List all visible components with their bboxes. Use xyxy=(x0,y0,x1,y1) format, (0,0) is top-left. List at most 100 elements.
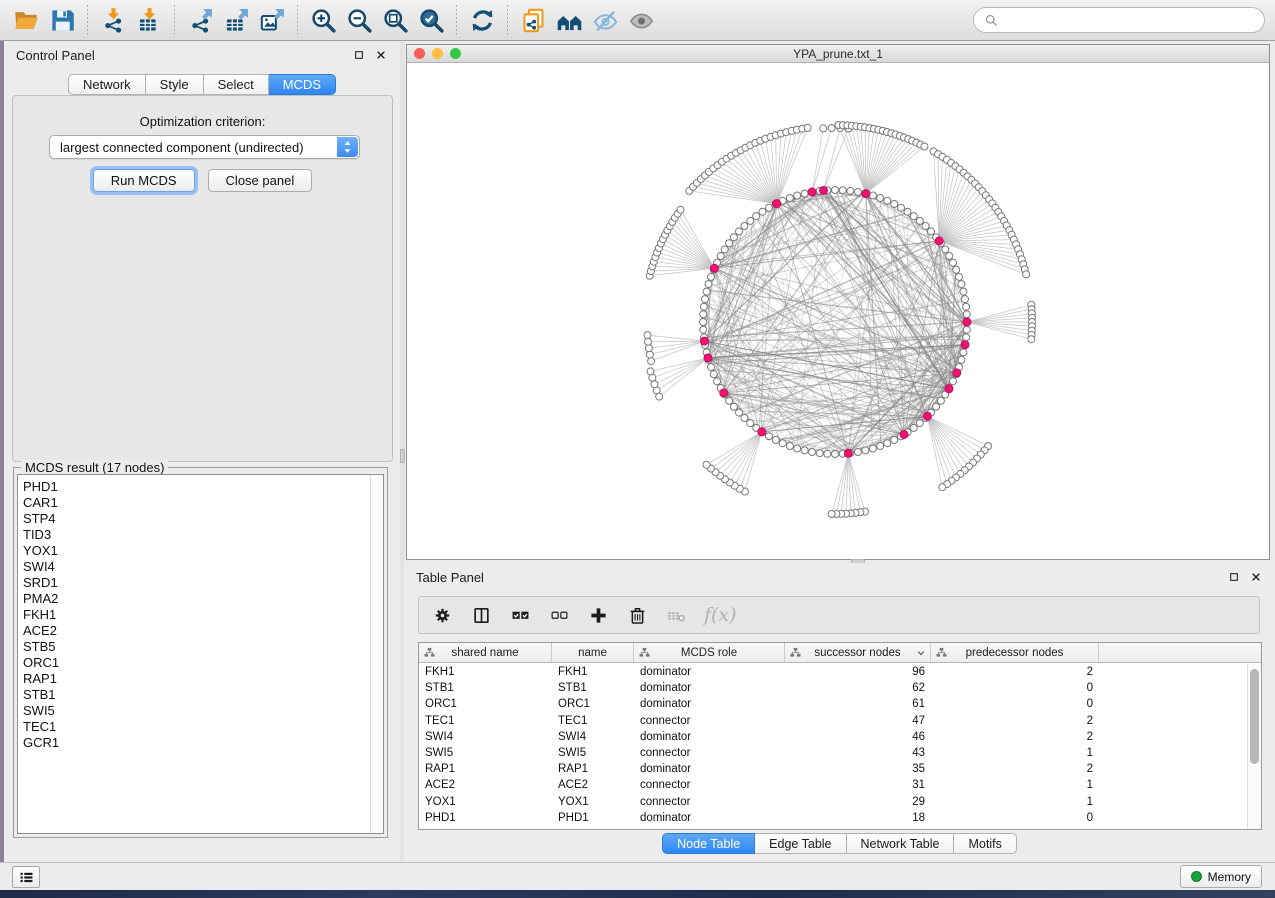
network-node[interactable] xyxy=(839,187,846,194)
float-table-panel-button[interactable] xyxy=(1227,570,1241,584)
table-row[interactable]: STB1STB1dominator620 xyxy=(419,680,1247,696)
mcds-result-item[interactable]: CAR1 xyxy=(23,495,367,511)
network-node[interactable] xyxy=(703,288,710,295)
network-node[interactable] xyxy=(645,345,652,352)
dominator-node[interactable] xyxy=(758,428,766,436)
table-row[interactable]: SWI4SWI4dominator462 xyxy=(419,729,1247,745)
network-node[interactable] xyxy=(759,208,766,215)
zoom-selected-button[interactable] xyxy=(413,3,449,37)
table-row[interactable]: PHD1PHD1dominator180 xyxy=(419,810,1247,826)
dominator-node[interactable] xyxy=(963,318,971,326)
network-node[interactable] xyxy=(786,443,793,450)
dominator-node[interactable] xyxy=(773,200,781,208)
network-node[interactable] xyxy=(877,443,884,450)
mcds-result-item[interactable]: STB1 xyxy=(23,687,367,703)
network-node[interactable] xyxy=(647,368,654,375)
dominator-node[interactable] xyxy=(710,264,718,272)
network-node[interactable] xyxy=(644,332,651,339)
network-node[interactable] xyxy=(648,358,655,365)
splitter-handle[interactable] xyxy=(400,449,405,463)
network-node[interactable] xyxy=(963,303,970,310)
network-node[interactable] xyxy=(904,208,911,215)
mcds-result-item[interactable]: RAP1 xyxy=(23,671,367,687)
mcds-result-item[interactable]: ACE2 xyxy=(23,623,367,639)
mcds-result-item[interactable]: YOX1 xyxy=(23,543,367,559)
network-node[interactable] xyxy=(910,213,917,220)
dominator-node[interactable] xyxy=(953,369,961,377)
select-all-button[interactable] xyxy=(509,604,531,626)
mcds-result-item[interactable]: SRD1 xyxy=(23,575,367,591)
table-row[interactable]: TEC1TEC1connector472 xyxy=(419,713,1247,729)
network-node[interactable] xyxy=(708,364,715,371)
column-header-predecessor-nodes[interactable]: predecessor nodes xyxy=(931,643,1099,662)
network-node[interactable] xyxy=(801,190,808,197)
column-header-successor-nodes[interactable]: successor nodes xyxy=(785,643,931,662)
tab-node-table[interactable]: Node Table xyxy=(662,833,755,854)
network-node[interactable] xyxy=(730,234,737,241)
network-node[interactable] xyxy=(766,204,773,211)
show-all-button[interactable] xyxy=(623,3,659,37)
network-node[interactable] xyxy=(1023,271,1030,278)
network-node[interactable] xyxy=(832,451,839,458)
network-node[interactable] xyxy=(828,125,835,132)
network-node[interactable] xyxy=(649,374,656,381)
network-node[interactable] xyxy=(950,259,957,266)
dominator-node[interactable] xyxy=(808,188,816,196)
network-canvas[interactable] xyxy=(407,63,1269,559)
network-node[interactable] xyxy=(891,437,898,444)
network-node[interactable] xyxy=(741,415,748,422)
mcds-result-item[interactable]: PMA2 xyxy=(23,591,367,607)
dominator-node[interactable] xyxy=(720,389,728,397)
table-row[interactable]: ACE2ACE2connector311 xyxy=(419,777,1247,793)
network-node[interactable] xyxy=(794,445,801,452)
network-node[interactable] xyxy=(962,296,969,303)
network-node[interactable] xyxy=(963,326,970,333)
tab-mcds[interactable]: MCDS xyxy=(269,74,336,95)
dominator-node[interactable] xyxy=(945,385,953,393)
network-node[interactable] xyxy=(804,124,811,131)
network-node[interactable] xyxy=(877,195,884,202)
dominator-node[interactable] xyxy=(820,187,828,195)
dominator-node[interactable] xyxy=(923,412,931,420)
mcds-result-item[interactable]: PHD1 xyxy=(23,479,367,495)
duplicate-network-button[interactable] xyxy=(515,3,551,37)
network-node[interactable] xyxy=(700,319,707,326)
network-node[interactable] xyxy=(809,449,816,456)
network-node[interactable] xyxy=(820,125,827,132)
column-header-mcds-role[interactable]: MCDS role xyxy=(634,643,785,662)
delete-button[interactable] xyxy=(626,604,648,626)
network-node[interactable] xyxy=(916,420,923,427)
network-node[interactable] xyxy=(747,217,754,224)
close-panel-button-2[interactable]: Close panel xyxy=(208,169,313,192)
network-node[interactable] xyxy=(645,338,652,345)
zoom-fit-button[interactable] xyxy=(377,3,413,37)
network-node[interactable] xyxy=(854,449,861,456)
dominator-node[interactable] xyxy=(900,431,908,439)
network-node[interactable] xyxy=(705,281,712,288)
network-node[interactable] xyxy=(801,447,808,454)
dominator-node[interactable] xyxy=(704,354,712,362)
network-node[interactable] xyxy=(721,246,728,253)
dominator-node[interactable] xyxy=(844,449,852,457)
column-view-button[interactable] xyxy=(470,604,492,626)
settings-button[interactable] xyxy=(431,604,453,626)
network-node[interactable] xyxy=(766,433,773,440)
zoom-in-button[interactable] xyxy=(305,3,341,37)
network-node[interactable] xyxy=(736,228,743,235)
network-node[interactable] xyxy=(950,378,957,385)
network-node[interactable] xyxy=(832,187,839,194)
network-node[interactable] xyxy=(963,311,970,318)
network-node[interactable] xyxy=(854,189,861,196)
network-node[interactable] xyxy=(933,403,940,410)
mcds-result-item[interactable]: GCR1 xyxy=(23,735,367,751)
network-node[interactable] xyxy=(869,192,876,199)
mcds-result-item[interactable]: TEC1 xyxy=(23,719,367,735)
network-node[interactable] xyxy=(700,303,707,310)
network-node[interactable] xyxy=(963,334,970,341)
mcds-result-item[interactable]: FKH1 xyxy=(23,607,367,623)
tab-network-table[interactable]: Network Table xyxy=(847,833,955,854)
network-node[interactable] xyxy=(779,440,786,447)
network-node[interactable] xyxy=(710,371,717,378)
run-mcds-button[interactable]: Run MCDS xyxy=(93,169,195,192)
search-input[interactable] xyxy=(1005,10,1254,30)
